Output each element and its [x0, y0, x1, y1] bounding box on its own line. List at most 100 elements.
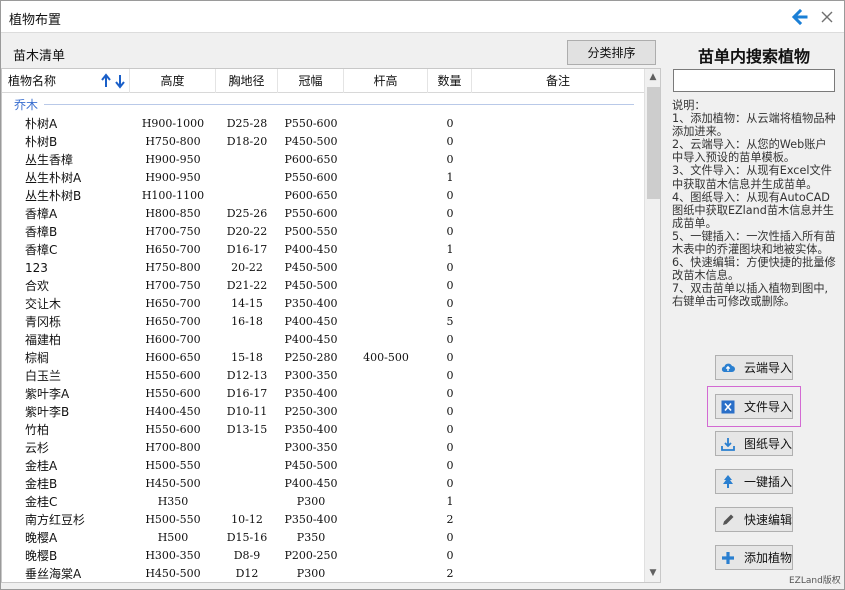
table-row[interactable]: 晚樱B H300-350 D8-9 P200-250 0 [2, 547, 644, 565]
table-row[interactable]: 丛生朴树A H900-950 P550-600 1 [2, 169, 644, 187]
cell-name: 云杉 [25, 441, 50, 455]
cell-dbh: D18-20 [226, 135, 268, 148]
help-line: 1、添加植物：从云端将植物品种添加进来。 [672, 112, 836, 139]
cell-crown: P450-500 [284, 261, 338, 274]
cell-height: H900-1000 [141, 117, 205, 130]
cell-name: 丛生朴树B [25, 189, 82, 203]
cell-qty: 0 [446, 531, 454, 544]
cell-height: H700-800 [145, 441, 201, 454]
cell-qty: 1 [446, 495, 454, 508]
table-row[interactable]: 朴树B H750-800 D18-20 P450-500 0 [2, 133, 644, 151]
drawing-import-button[interactable]: 图纸导入 [715, 431, 793, 456]
cell-qty: 0 [446, 369, 454, 382]
table-row[interactable]: 香樟C H650-700 D16-17 P400-450 1 [2, 241, 644, 259]
add-plant-label: 添加植物 [744, 551, 793, 565]
table-row[interactable]: 合欢 H700-750 D21-22 P450-500 0 [2, 277, 644, 295]
cloud-import-button[interactable]: 云端导入 [715, 355, 793, 380]
table-row[interactable]: 朴树A H900-1000 D25-28 P550-600 0 [2, 115, 644, 133]
sort-button[interactable]: 分类排序 [567, 40, 656, 65]
table-row[interactable]: 白玉兰 H550-600 D12-13 P300-350 0 [2, 367, 644, 385]
cell-qty: 0 [446, 189, 454, 202]
table-row[interactable]: 云杉 H700-800 P300-350 0 [2, 439, 644, 457]
cell-crown: P350-400 [284, 513, 338, 526]
back-arrow-icon[interactable] [789, 6, 811, 28]
table-row[interactable]: 棕榈 H600-650 15-18 P250-280 400-500 0 [2, 349, 644, 367]
cell-qty: 1 [446, 171, 454, 184]
plant-table: 植物名称 高度 胸地径 冠幅 杆高 数量 备注 乔木 朴树A H900-1000 D… [1, 68, 661, 583]
group-row[interactable]: 乔木 [2, 94, 644, 112]
file-import-button[interactable]: 文件导入 [707, 386, 801, 427]
vertical-scrollbar[interactable]: ▲ ▼ [644, 69, 660, 582]
cell-name: 香樟C [25, 243, 58, 257]
cell-qty: 0 [446, 441, 454, 454]
table-row[interactable]: 金桂A H500-550 P450-500 0 [2, 457, 644, 475]
col-header-qty[interactable]: 数量 [428, 69, 472, 93]
cell-dbh: D25-26 [226, 207, 268, 220]
search-title: 苗单内搜索植物 [697, 47, 810, 66]
col-header-note[interactable]: 备注 [472, 69, 644, 93]
table-row[interactable]: 竹柏 H550-600 D13-15 P350-400 0 [2, 421, 644, 439]
cell-dbh: D8-9 [233, 549, 261, 562]
cell-height: H350 [157, 495, 189, 508]
table-row[interactable]: 紫叶李B H400-450 D10-11 P250-300 0 [2, 403, 644, 421]
col-header-height[interactable]: 高度 [130, 69, 216, 93]
cell-height: H900-950 [145, 153, 201, 166]
cell-crown: P350-400 [284, 297, 338, 310]
one-click-insert-button[interactable]: 一键插入 [715, 469, 793, 494]
table-row[interactable]: 金桂B H450-500 P400-450 0 [2, 475, 644, 493]
col-header-stem[interactable]: 杆高 [344, 69, 428, 93]
table-row[interactable]: 香樟B H700-750 D20-22 P500-550 0 [2, 223, 644, 241]
table-row[interactable]: 青冈栎 H650-700 16-18 P400-450 5 [2, 313, 644, 331]
table-body: 朴树A H900-1000 D25-28 P550-600 0 朴树B H750-800 D1… [2, 115, 644, 582]
cell-dbh: D20-22 [226, 225, 268, 238]
cell-qty: 0 [446, 207, 454, 220]
drawing-import-label: 图纸导入 [744, 437, 793, 451]
table-row[interactable]: 香樟A H800-850 D25-26 P550-600 0 [2, 205, 644, 223]
table-row[interactable]: 123 H750-800 20-22 P450-500 0 [2, 259, 644, 277]
plant-layout-window: 植物布置 苗木清单 分类排序 植物名称 高度 胸地径 冠幅 杆高 数量 备注 乔… [0, 0, 845, 590]
sort-arrows-icon[interactable] [100, 73, 128, 89]
table-row[interactable]: 垂丝海棠A H450-500 D12 P300 2 [2, 565, 644, 582]
cell-name: 紫叶李B [25, 405, 70, 419]
search-input[interactable] [673, 69, 835, 92]
cell-dbh: D13-15 [226, 423, 268, 436]
cell-stem: 400-500 [363, 351, 409, 364]
table-row[interactable]: 金桂C H350 P300 1 [2, 493, 644, 511]
scroll-up-icon[interactable]: ▲ [645, 69, 660, 86]
col-header-dbh[interactable]: 胸地径 [216, 69, 278, 93]
table-row[interactable]: 丛生朴树B H100-1100 P600-650 0 [2, 187, 644, 205]
scroll-thumb[interactable] [647, 87, 660, 199]
window-title: 植物布置 [9, 13, 62, 28]
cell-crown: P550-600 [284, 207, 338, 220]
cell-crown: P200-250 [284, 549, 338, 562]
table-row[interactable]: 交让木 H650-700 14-15 P350-400 0 [2, 295, 644, 313]
close-icon[interactable] [816, 6, 838, 28]
quick-edit-label: 快速编辑 [744, 513, 793, 527]
cell-crown: P600-650 [284, 189, 338, 202]
table-row[interactable]: 丛生香樟 H900-950 P600-650 0 [2, 151, 644, 169]
cell-crown: P400-450 [284, 243, 338, 256]
cell-crown: P550-600 [284, 171, 338, 184]
cell-crown: P450-500 [284, 135, 338, 148]
cell-name: 南方红豆杉 [25, 513, 86, 527]
cell-height: H500-550 [145, 513, 201, 526]
table-row[interactable]: 紫叶李A H550-600 D16-17 P350-400 0 [2, 385, 644, 403]
scroll-down-icon[interactable]: ▼ [645, 565, 660, 582]
cell-crown: P600-650 [284, 153, 338, 166]
cell-qty: 0 [446, 387, 454, 400]
col-header-crown[interactable]: 冠幅 [278, 69, 344, 93]
table-row[interactable]: 南方红豆杉 H500-550 10-12 P350-400 2 [2, 511, 644, 529]
cell-name: 金桂B [25, 477, 58, 491]
table-row[interactable]: 福建柏 H600-700 P400-450 0 [2, 331, 644, 349]
cell-dbh: D10-11 [226, 405, 268, 418]
cell-dbh: D12-13 [226, 369, 268, 382]
plus-icon [722, 551, 734, 564]
cell-crown: P550-600 [284, 117, 338, 130]
quick-edit-button[interactable]: 快速编辑 [715, 507, 793, 532]
help-line: 5、一键插入：一次性插入所有苗木表中的乔灌图块和地被实体。 [672, 229, 836, 257]
add-plant-button[interactable]: 添加植物 [715, 545, 793, 570]
cell-crown: P500-550 [284, 225, 338, 238]
file-import-label: 文件导入 [744, 400, 793, 414]
table-row[interactable]: 晚樱A H500 D15-16 P350 0 [2, 529, 644, 547]
cell-name: 交让木 [25, 297, 62, 311]
